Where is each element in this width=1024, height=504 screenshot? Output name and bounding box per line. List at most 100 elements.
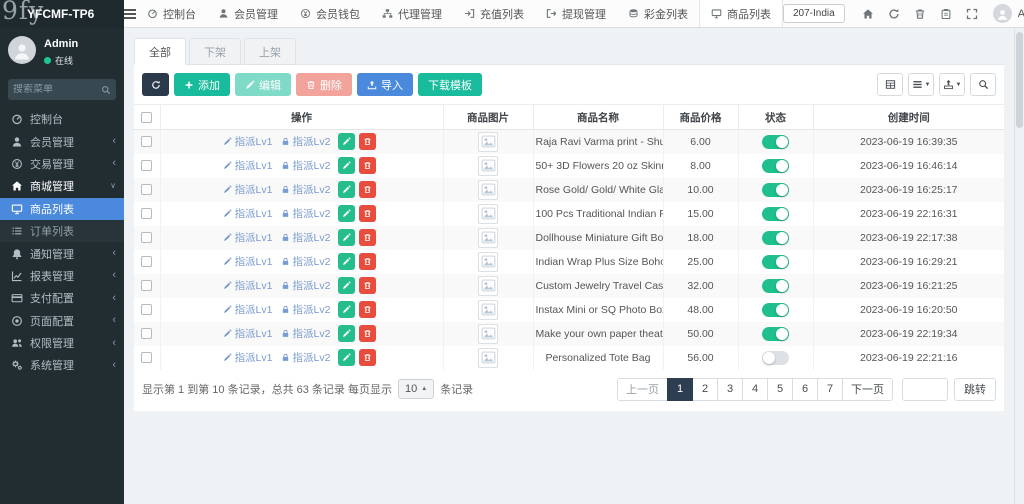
row-delete-button[interactable] bbox=[359, 205, 376, 222]
assign-lv2-link[interactable]: 指派Lv2 bbox=[281, 230, 331, 245]
row-checkbox[interactable] bbox=[141, 136, 152, 147]
app-logo[interactable]: YFCMF-TP6 bbox=[0, 0, 124, 28]
row-edit-button[interactable] bbox=[338, 133, 355, 150]
sidebar-item-5[interactable]: 订单列表 bbox=[0, 220, 124, 242]
assign-lv2-link[interactable]: 指派Lv2 bbox=[281, 134, 331, 149]
sidebar-item-3[interactable]: 商城管理 ∨ bbox=[0, 175, 124, 197]
topnav-tab-4[interactable]: 充值列表 bbox=[453, 0, 535, 27]
assign-lv1-link[interactable]: 指派Lv1 bbox=[223, 278, 273, 293]
search-button[interactable] bbox=[970, 73, 996, 96]
row-delete-button[interactable] bbox=[359, 181, 376, 198]
assign-lv2-link[interactable]: 指派Lv2 bbox=[281, 302, 331, 317]
edit-button[interactable]: 编辑 bbox=[235, 73, 291, 96]
assign-lv2-link[interactable]: 指派Lv2 bbox=[281, 206, 331, 221]
sidebar-toggle-button[interactable] bbox=[124, 0, 136, 27]
row-checkbox[interactable] bbox=[141, 160, 152, 171]
col-header-status[interactable]: 状态 bbox=[738, 105, 813, 130]
topnav-tab-7[interactable]: 商品列表 bbox=[699, 0, 783, 27]
status-toggle[interactable] bbox=[762, 303, 789, 317]
row-edit-button[interactable] bbox=[338, 229, 355, 246]
status-toggle[interactable] bbox=[762, 279, 789, 293]
product-image-placeholder[interactable] bbox=[478, 252, 498, 272]
sidebar-search-input[interactable] bbox=[13, 84, 101, 95]
row-edit-button[interactable] bbox=[338, 205, 355, 222]
fullscreen-button[interactable] bbox=[959, 0, 985, 28]
status-toggle[interactable] bbox=[762, 183, 789, 197]
sidebar-item-1[interactable]: 会员管理 ‹ bbox=[0, 130, 124, 152]
prev-page-button[interactable]: 上一页 bbox=[617, 378, 668, 401]
row-delete-button[interactable] bbox=[359, 277, 376, 294]
assign-lv2-link[interactable]: 指派Lv2 bbox=[281, 350, 331, 365]
assign-lv1-link[interactable]: 指派Lv1 bbox=[223, 302, 273, 317]
topnav-tab-6[interactable]: 彩金列表 bbox=[617, 0, 699, 27]
next-page-button[interactable]: 下一页 bbox=[842, 378, 893, 401]
page-button-7[interactable]: 7 bbox=[817, 378, 843, 401]
row-delete-button[interactable] bbox=[359, 301, 376, 318]
row-delete-button[interactable] bbox=[359, 349, 376, 366]
status-toggle[interactable] bbox=[762, 231, 789, 245]
page-button-1[interactable]: 1 bbox=[667, 378, 693, 401]
assign-lv1-link[interactable]: 指派Lv1 bbox=[223, 350, 273, 365]
row-edit-button[interactable] bbox=[338, 277, 355, 294]
topnav-tab-3[interactable]: 代理管理 bbox=[371, 0, 453, 27]
status-toggle[interactable] bbox=[762, 135, 789, 149]
status-toggle[interactable] bbox=[762, 207, 789, 221]
row-delete-button[interactable] bbox=[359, 229, 376, 246]
topnav-tab-5[interactable]: 提现管理 bbox=[535, 0, 617, 27]
select-all-checkbox[interactable] bbox=[141, 112, 152, 123]
product-image-placeholder[interactable] bbox=[478, 180, 498, 200]
row-edit-button[interactable] bbox=[338, 157, 355, 174]
row-checkbox[interactable] bbox=[141, 304, 152, 315]
clear-cache-button[interactable] bbox=[907, 0, 933, 28]
toggle-view-button[interactable] bbox=[877, 73, 903, 96]
page-button-2[interactable]: 2 bbox=[692, 378, 718, 401]
sidebar-item-0[interactable]: 控制台 bbox=[0, 108, 124, 130]
filter-tab-1[interactable]: 下架 bbox=[189, 38, 241, 65]
per-page-select[interactable]: 10▲ bbox=[398, 379, 434, 399]
region-button[interactable]: 207-India bbox=[783, 4, 845, 23]
sidebar-item-9[interactable]: 页面配置 ‹ bbox=[0, 310, 124, 332]
refresh-button[interactable] bbox=[142, 73, 169, 96]
row-checkbox[interactable] bbox=[141, 256, 152, 267]
col-header-name[interactable]: 商品名称 bbox=[533, 105, 663, 130]
export-button[interactable]: ▼ bbox=[939, 73, 965, 96]
product-image-placeholder[interactable] bbox=[478, 228, 498, 248]
sidebar-item-4[interactable]: 商品列表 bbox=[0, 198, 124, 220]
page-button-3[interactable]: 3 bbox=[717, 378, 743, 401]
status-toggle[interactable] bbox=[762, 255, 789, 269]
product-image-placeholder[interactable] bbox=[478, 300, 498, 320]
clear-all-cache-button[interactable] bbox=[933, 0, 959, 28]
page-button-4[interactable]: 4 bbox=[742, 378, 768, 401]
topnav-tab-0[interactable]: 控制台 bbox=[136, 0, 207, 27]
scrollbar[interactable] bbox=[1014, 28, 1024, 504]
row-checkbox[interactable] bbox=[141, 208, 152, 219]
row-checkbox[interactable] bbox=[141, 232, 152, 243]
assign-lv1-link[interactable]: 指派Lv1 bbox=[223, 134, 273, 149]
search-icon[interactable] bbox=[101, 85, 111, 95]
sidebar-item-11[interactable]: 系统管理 ‹ bbox=[0, 354, 124, 376]
status-toggle[interactable] bbox=[762, 159, 789, 173]
assign-lv2-link[interactable]: 指派Lv2 bbox=[281, 182, 331, 197]
import-button[interactable]: 导入 bbox=[357, 73, 413, 96]
product-image-placeholder[interactable] bbox=[478, 132, 498, 152]
row-edit-button[interactable] bbox=[338, 325, 355, 342]
assign-lv1-link[interactable]: 指派Lv1 bbox=[223, 206, 273, 221]
col-header-op[interactable]: 操作 bbox=[160, 105, 443, 130]
assign-lv2-link[interactable]: 指派Lv2 bbox=[281, 254, 331, 269]
product-image-placeholder[interactable] bbox=[478, 324, 498, 344]
status-toggle[interactable] bbox=[762, 327, 789, 341]
assign-lv1-link[interactable]: 指派Lv1 bbox=[223, 182, 273, 197]
assign-lv1-link[interactable]: 指派Lv1 bbox=[223, 254, 273, 269]
row-delete-button[interactable] bbox=[359, 253, 376, 270]
home-button[interactable] bbox=[855, 0, 881, 28]
col-header-image[interactable]: 商品图片 bbox=[443, 105, 533, 130]
row-checkbox[interactable] bbox=[141, 184, 152, 195]
product-image-placeholder[interactable] bbox=[478, 276, 498, 296]
product-image-placeholder[interactable] bbox=[478, 204, 498, 224]
refresh-button[interactable] bbox=[881, 0, 907, 28]
page-button-5[interactable]: 5 bbox=[767, 378, 793, 401]
user-menu[interactable]: Admin bbox=[993, 4, 1024, 23]
row-delete-button[interactable] bbox=[359, 325, 376, 342]
row-edit-button[interactable] bbox=[338, 349, 355, 366]
assign-lv2-link[interactable]: 指派Lv2 bbox=[281, 326, 331, 341]
